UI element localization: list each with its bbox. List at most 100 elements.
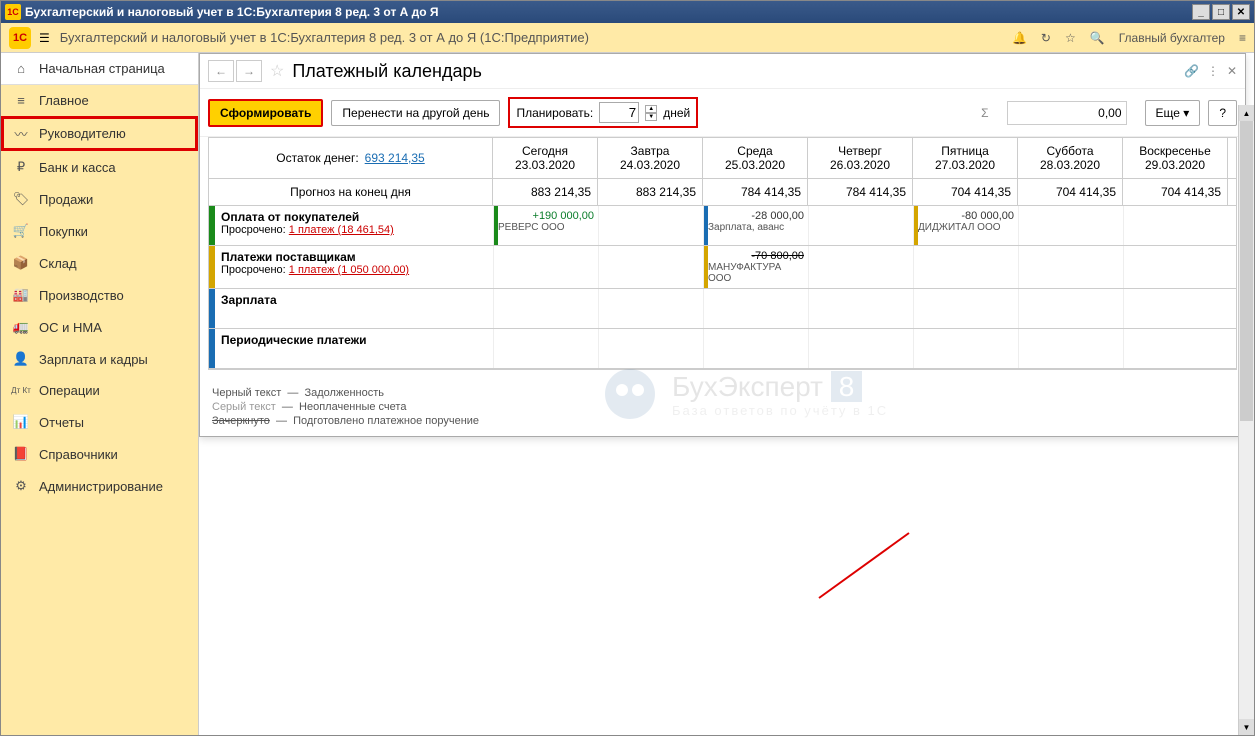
calendar-cell-empty [493,329,598,368]
calendar-cell-empty [598,206,703,245]
sidebar-item-11[interactable]: 📕Справочники [1,438,198,470]
forecast-value: 704 414,35 [1123,179,1228,205]
history-icon[interactable]: ↻ [1041,31,1051,45]
overdue-link[interactable]: 1 платеж (18 461,54) [289,224,394,236]
window-title: Бухгалтерский и налоговый учет в 1С:Бухг… [25,5,439,19]
star-icon[interactable]: ☆ [1065,31,1076,45]
more-button[interactable]: Еще ▾ [1145,100,1201,126]
sidebar-item-0[interactable]: ≡ Главное [1,85,198,116]
sidebar-home[interactable]: ⌂ Начальная страница [1,53,198,85]
window-close[interactable]: ✕ [1232,4,1250,20]
calendar-cell[interactable]: -28 000,00Зарплата, аванс [703,206,808,245]
calendar-row: Платежи поставщикамПросрочено: 1 платеж … [209,246,1236,289]
sidebar-icon: 〰 [11,124,31,143]
plan-label: Планировать: [516,106,593,120]
user-label[interactable]: Главный бухгалтер [1119,31,1225,45]
calendar-cell-empty [1123,289,1228,328]
calendar-cell-empty [703,329,808,368]
sidebar-label: Покупки [39,224,88,239]
sidebar-item-8[interactable]: 👤Зарплата и кадры [1,343,198,375]
logo-icon: 1С [9,27,31,49]
sidebar-item-1[interactable]: 〰Руководителю [1,116,198,151]
forecast-value: 784 414,35 [703,179,808,205]
sidebar-icon: Дт Кт [11,386,31,395]
sidebar-label: Главное [39,93,89,108]
calendar-cell[interactable]: -70 800,00МАНУФАКТУРА ООО [703,246,808,288]
sidebar-item-6[interactable]: 🏭Производство [1,279,198,311]
calendar-cell-empty [493,289,598,328]
sidebar-item-4[interactable]: 🛒 Покупки [1,215,198,247]
sidebar-item-10[interactable]: 📊Отчеты [1,406,198,438]
calendar-cell-empty [1018,329,1123,368]
sidebar-label: Зарплата и кадры [39,352,148,367]
sidebar-icon: 📦 [11,255,31,271]
day-header: Среда25.03.2020 [703,138,808,178]
calendar-cell-empty [1123,246,1228,288]
window-minimize[interactable]: _ [1192,4,1210,20]
plan-unit: дней [663,106,690,120]
link-icon[interactable]: 🔗 [1184,64,1199,78]
search-icon[interactable]: 🔍 [1090,31,1105,45]
bell-icon[interactable]: 🔔 [1012,31,1027,45]
sidebar-item-9[interactable]: Дт КтОперации [1,375,198,406]
dialog-close[interactable]: ✕ [1227,64,1237,78]
sidebar-item-2[interactable]: ₽Банк и касса [1,151,198,183]
payment-calendar-dialog: ← → ☆ Платежный календарь 🔗 ⋮ ✕ Сформиро… [199,53,1246,437]
sum-field[interactable]: 0,00 [1007,101,1127,125]
sidebar-item-5[interactable]: 📦Склад [1,247,198,279]
calendar-cell-empty [913,246,1018,288]
sidebar-label: Производство [39,288,124,303]
favorite-star-icon[interactable]: ☆ [270,61,284,81]
legend: Черный текст — Задолженность Серый текст… [200,378,1245,436]
spinner-up[interactable]: ▲ [645,105,657,113]
calendar-cell-empty [1018,289,1123,328]
sidebar-icon: ≡ [11,93,31,108]
calendar-cell-empty [808,289,913,328]
move-day-button[interactable]: Перенести на другой день [331,100,500,126]
sidebar-icon: 🛒 [11,223,31,239]
main-area: Денежные средства Анализ движений денежн… [199,53,1254,735]
day-header: Суббота28.03.2020 [1018,138,1123,178]
nav-back[interactable]: ← [208,60,234,82]
nav-forward[interactable]: → [236,60,262,82]
window-titlebar: 1С Бухгалтерский и налоговый учет в 1С:Б… [1,1,1254,23]
forecast-value: 883 214,35 [493,179,598,205]
plan-group: Планировать: ▲ ▼ дней [508,97,698,128]
dialog-title: Платежный календарь [292,61,1184,82]
calendar-cell[interactable]: -80 000,00ДИДЖИТАЛ ООО [913,206,1018,245]
cash-balance-link[interactable]: 693 214,35 [365,151,425,165]
calendar-row: Оплата от покупателейПросрочено: 1 плате… [209,206,1236,246]
kebab-icon[interactable]: ⋮ [1207,64,1219,78]
spinner-down[interactable]: ▼ [645,113,657,121]
plan-days-input[interactable] [599,102,639,123]
hamburger-icon[interactable]: ☰ [39,31,50,45]
day-header: Завтра24.03.2020 [598,138,703,178]
help-button[interactable]: ? [1208,100,1237,126]
forecast-value: 704 414,35 [913,179,1018,205]
sidebar-icon: ₽ [11,159,31,175]
scroll-up[interactable]: ▲ [1239,105,1254,121]
overdue-link[interactable]: 1 платеж (1 050 000,00) [289,264,409,276]
scroll-thumb[interactable] [1240,121,1253,421]
generate-button[interactable]: Сформировать [208,99,323,127]
sidebar-item-7[interactable]: 🚛ОС и НМА [1,311,198,343]
calendar-cell-empty [808,206,913,245]
calendar-cell-empty [1018,246,1123,288]
app-toolbar: 1С ☰ Бухгалтерский и налоговый учет в 1С… [1,23,1254,53]
calendar-cell-empty [1123,329,1228,368]
scroll-down[interactable]: ▼ [1239,719,1254,735]
menu-dots-icon[interactable]: ≡ [1239,31,1246,45]
sigma-icon[interactable]: Σ [981,106,988,120]
sidebar-label: Администрирование [39,479,163,494]
calendar-grid: Остаток денег: 693 214,35 Сегодня23.03.2… [208,137,1237,370]
calendar-cell-empty [598,289,703,328]
app-icon: 1С [5,4,21,20]
calendar-cell[interactable]: +190 000,00РЕВЕРС ООО [493,206,598,245]
window-maximize[interactable]: □ [1212,4,1230,20]
sidebar-item-12[interactable]: ⚙Администрирование [1,470,198,502]
forecast-value: 784 414,35 [808,179,913,205]
forecast-label: Прогноз на конец дня [209,179,493,205]
scrollbar[interactable]: ▲ ▼ [1238,105,1254,735]
sidebar-item-3[interactable]: 🏷Продажи [1,183,198,215]
sidebar: ⌂ Начальная страница ≡ Главное 〰Руководите… [1,53,199,735]
